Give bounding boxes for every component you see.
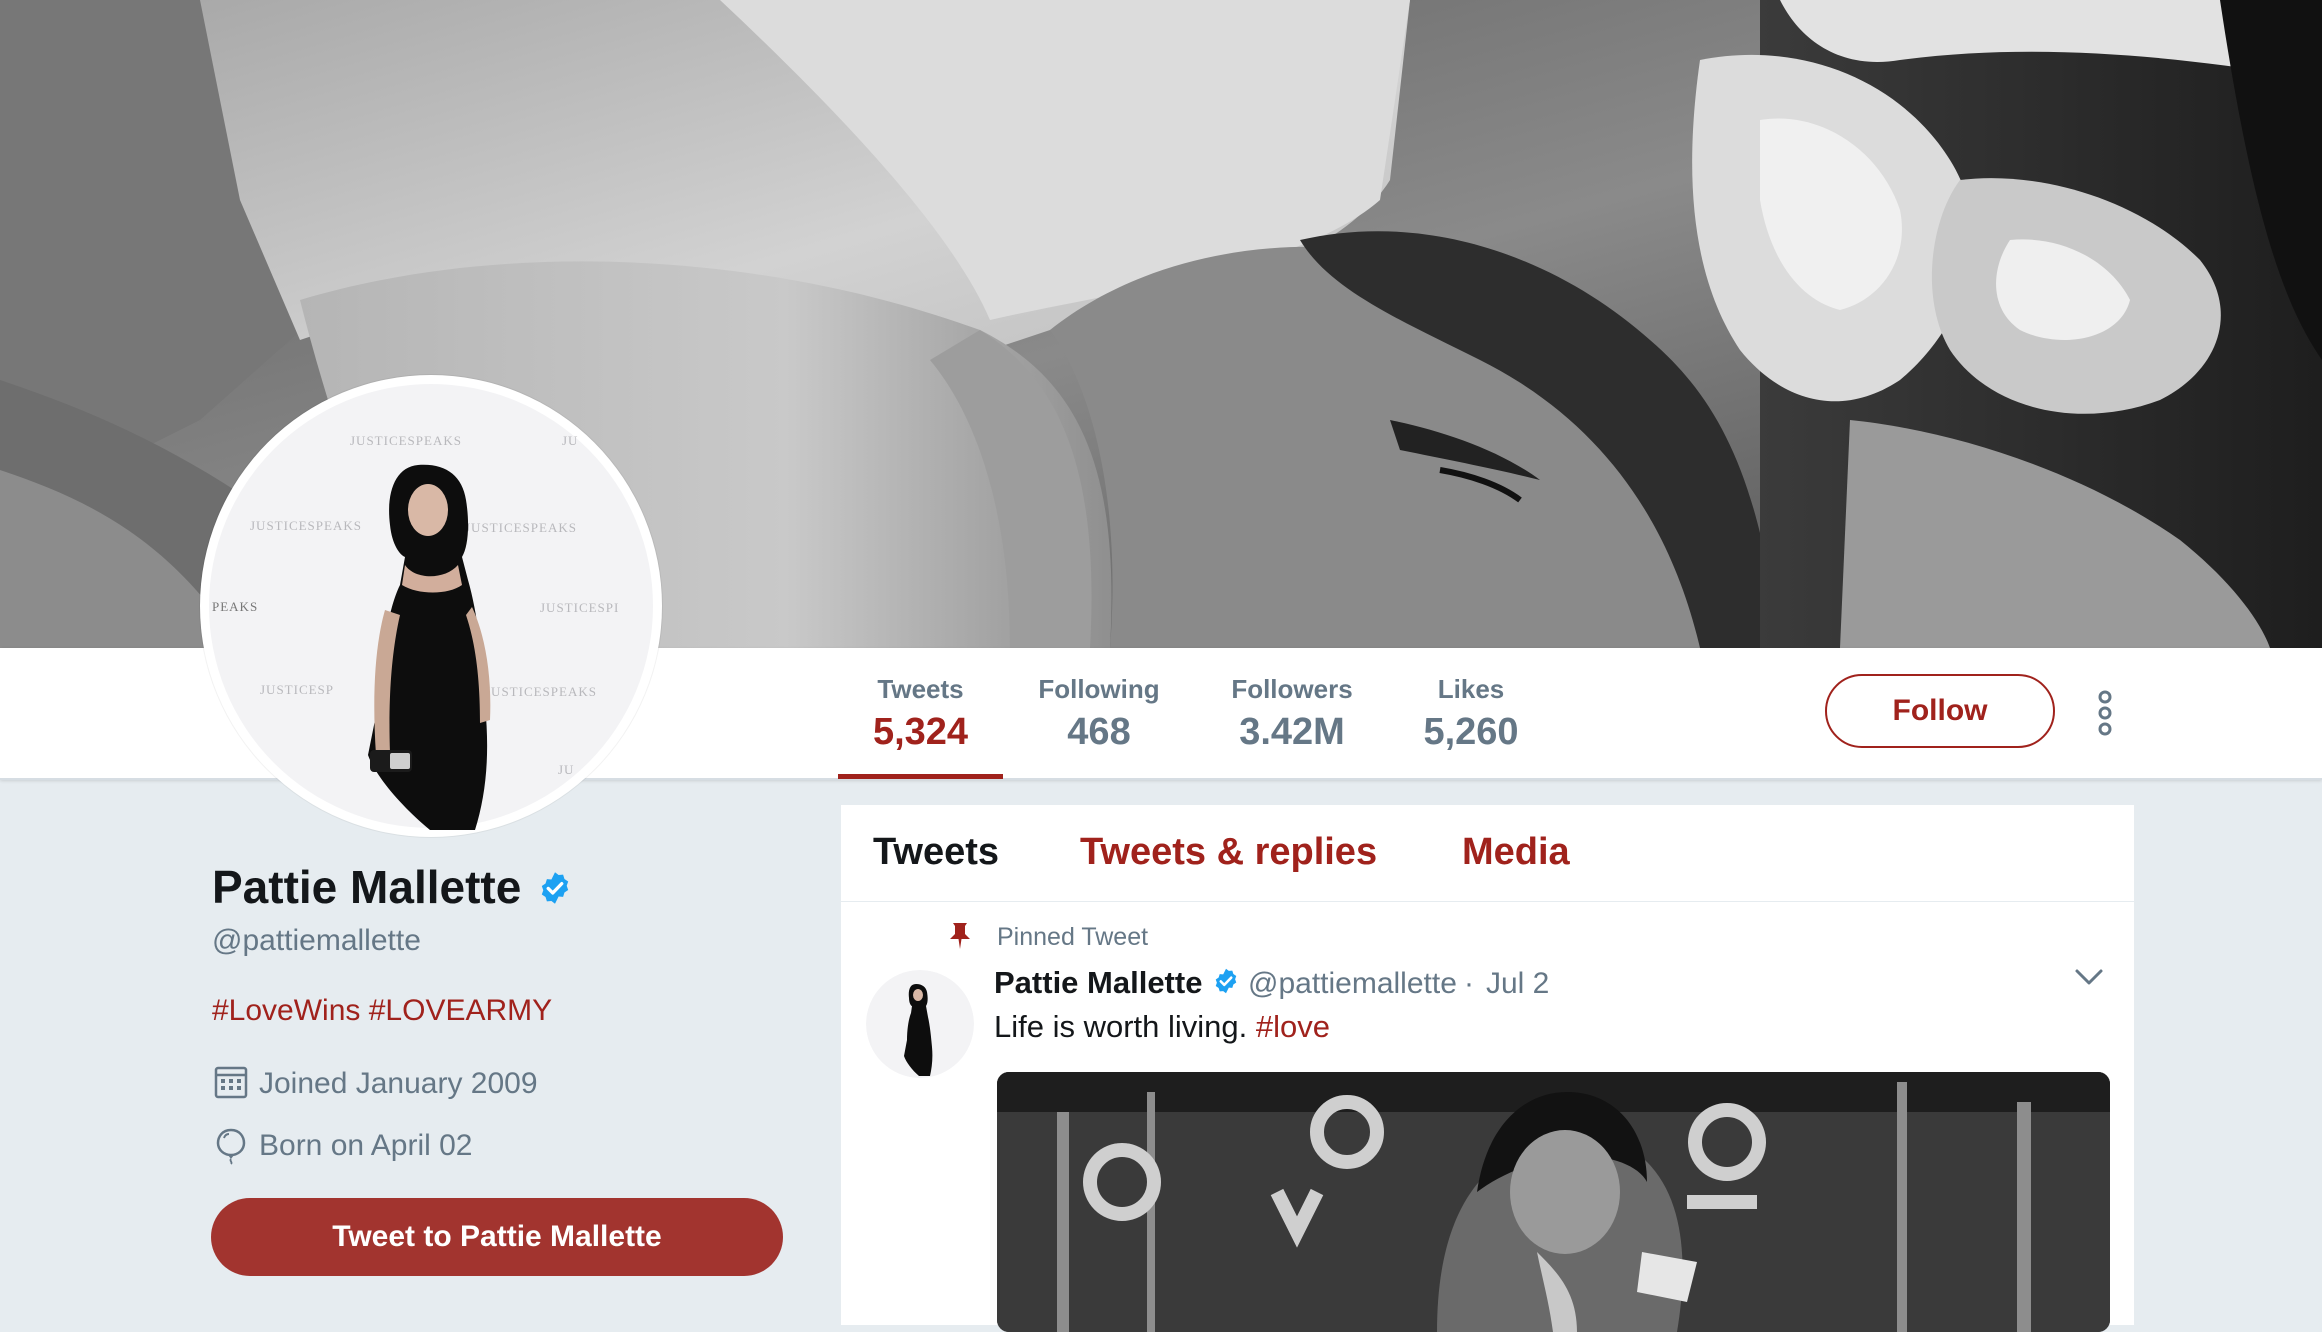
timeline-tabs: Tweets Tweets & replies Media: [841, 805, 2134, 902]
tweet-media-photo: [997, 1072, 2110, 1332]
balloon-icon: [216, 1128, 246, 1165]
tweet-body: Life is worth living.: [994, 1009, 1256, 1044]
avatar-backdrop-text: JUSTICESP: [260, 682, 334, 697]
stat-likes-label: Likes: [1437, 674, 1505, 704]
avatar-backdrop-text: JUSTICESPEAKS: [250, 518, 362, 533]
stat-likes-value: 5,260: [1423, 711, 1519, 753]
tweet-to-user-button[interactable]: Tweet to Pattie Mallette: [211, 1198, 783, 1276]
joined-date-text: Joined January 2009: [259, 1067, 538, 1100]
tweet-text: Life is worth living. #love: [994, 1009, 1330, 1045]
timeline-panel: Tweets Tweets & replies Media Pinned Twe…: [841, 805, 2134, 1332]
joined-date-row: Joined January 2009: [212, 1063, 612, 1103]
tweet-author-name[interactable]: Pattie Mallette: [994, 965, 1202, 1001]
stat-tweets-value: 5,324: [872, 711, 969, 753]
profile-name[interactable]: Pattie Mallette: [212, 860, 521, 914]
stat-followers-label: Followers: [1231, 674, 1353, 704]
stat-following-value: 468: [1067, 711, 1131, 753]
bio-hashtag-link[interactable]: #LoveWins: [212, 994, 360, 1027]
stat-followers[interactable]: Followers 3.42M: [1210, 674, 1374, 754]
tweet-author-handle[interactable]: @pattiemallette: [1248, 967, 1457, 1001]
calendar-icon: [214, 1066, 248, 1099]
pinned-tweet-text: Pinned Tweet: [997, 923, 1149, 951]
avatar-backdrop-text: JUSTICESPI: [540, 600, 619, 615]
stat-followers-value: 3.42M: [1239, 711, 1345, 753]
profile-bio: #LoveWins #LOVEARMY: [212, 994, 552, 1028]
verified-badge-icon: [1215, 968, 1237, 994]
verified-badge-icon: [541, 872, 569, 904]
chevron-down-icon[interactable]: [2074, 967, 2104, 987]
bio-hashtag-link[interactable]: #LOVEARMY: [369, 994, 552, 1027]
avatar-backdrop-text: PEAKS: [212, 599, 258, 614]
avatar-backdrop-text: JU: [558, 762, 574, 777]
birthday-row: Born on April 02: [212, 1125, 612, 1165]
tab-tweets-replies[interactable]: Tweets & replies: [1080, 831, 1377, 874]
pin-icon: [950, 923, 970, 949]
avatar-photo: JUSTICESPEAKS JUSTICESPEAKS JUSTICESPEAK…: [209, 384, 653, 830]
follow-button[interactable]: Follow: [1825, 674, 2055, 748]
tweet-timestamp[interactable]: Jul 2: [1486, 967, 1549, 1001]
tweet-avatar-photo: [866, 970, 974, 1078]
profile-handle[interactable]: @pattiemallette: [212, 924, 421, 958]
stat-following[interactable]: Following 468: [1020, 674, 1178, 754]
tweet-hashtag-link[interactable]: #love: [1256, 1009, 1330, 1044]
more-vertical-icon: [2098, 690, 2112, 736]
tab-tweets[interactable]: Tweets: [873, 831, 999, 874]
stat-likes[interactable]: Likes 5,260: [1410, 674, 1532, 754]
active-stat-indicator: [838, 774, 1003, 779]
avatar-backdrop-text: JUSTICESPEAKS: [350, 433, 462, 448]
tweet-author-avatar[interactable]: [866, 970, 974, 1078]
avatar-backdrop-text: JUSTICESPEAKS: [465, 520, 577, 535]
stat-tweets[interactable]: Tweets 5,324: [838, 674, 1003, 754]
birthday-text: Born on April 02: [259, 1129, 473, 1162]
stat-following-label: Following: [1038, 674, 1160, 704]
stat-tweets-label: Tweets: [877, 674, 964, 704]
more-options-button[interactable]: [2090, 688, 2120, 738]
tab-media[interactable]: Media: [1462, 831, 1570, 874]
profile-avatar[interactable]: JUSTICESPEAKS JUSTICESPEAKS JUSTICESPEAK…: [200, 375, 662, 837]
avatar-backdrop-text: JU: [562, 433, 578, 448]
tweet-media-image[interactable]: [997, 1072, 2110, 1332]
tweet-separator: ·: [1464, 967, 1474, 1000]
avatar-backdrop-text: JUSTICESPEAKS: [485, 684, 597, 699]
